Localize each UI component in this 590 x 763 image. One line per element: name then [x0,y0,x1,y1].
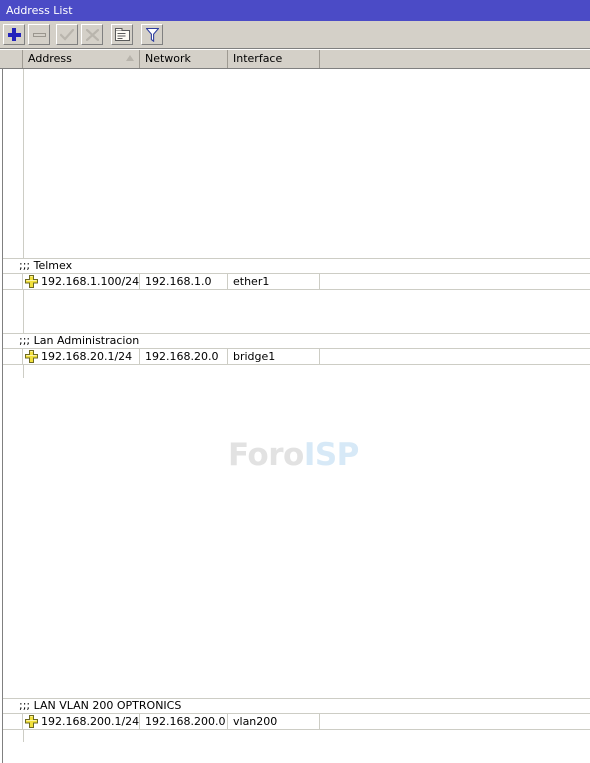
comment-row[interactable]: ;;; Telmex [3,259,590,273]
address-enabled-icon [25,275,38,288]
column-header-network-label: Network [145,52,191,65]
cell-network[interactable]: 192.168.200.0 [140,714,228,729]
address-enabled-icon [25,715,38,728]
filter-icon [145,27,159,42]
remove-button[interactable] [28,24,50,45]
cell-address-text: 192.168.200.1/24 [41,715,140,728]
cell-interface-text: ether1 [233,275,270,288]
column-header-interface-label: Interface [233,52,283,65]
row-divider [3,364,590,365]
address-list-window: Address List Address Network Interface ;… [0,0,590,763]
cell-address[interactable]: 192.168.200.1/24 [23,714,140,729]
enable-button[interactable] [56,24,78,45]
cell-interface-text: bridge1 [233,350,276,363]
cell-address[interactable]: 192.168.20.1/24 [23,349,140,364]
add-button[interactable] [3,24,25,45]
gutter-separator [23,730,24,742]
comment-row-text: ;;; Telmex [19,259,73,272]
watermark-foro: Foro [228,437,304,473]
row-divider [3,289,590,290]
cell-interface[interactable]: vlan200 [228,714,320,729]
sort-ascending-icon [126,55,134,61]
address-enabled-icon [25,350,38,363]
disable-button[interactable] [81,24,103,45]
comment-button[interactable] [111,24,133,45]
gutter-separator [23,69,24,259]
cell-network-text: 192.168.20.0 [145,350,219,363]
watermark: ForoISP [228,437,359,473]
address-list-body[interactable]: ;;; Telmex 192.168.1.100/24 192.168.1.0 … [0,69,590,763]
column-header-filler[interactable] [320,50,590,68]
cell-network-text: 192.168.1.0 [145,275,212,288]
filter-button[interactable] [141,24,163,45]
cell-interface[interactable]: bridge1 [228,349,320,364]
cell-interface-text: vlan200 [233,715,278,728]
row-gutter[interactable] [3,274,23,289]
cell-filler[interactable] [320,274,590,289]
check-icon [60,28,74,41]
cell-network-text: 192.168.200.0 [145,715,226,728]
comment-row[interactable]: ;;; Lan Administracion [3,334,590,348]
comment-row-text: ;;; LAN VLAN 200 OPTRONICS [19,699,182,712]
window-titlebar[interactable]: Address List [0,0,590,21]
minus-icon [32,32,46,37]
gutter-separator [23,365,24,378]
comment-row-text: ;;; Lan Administracion [19,334,140,347]
column-header-gutter[interactable] [0,50,23,68]
list-left-border [2,69,3,763]
cross-icon [85,28,99,41]
table-column-header: Address Network Interface [0,50,590,69]
column-header-address-label: Address [28,52,72,65]
table-row[interactable]: 192.168.1.100/24 192.168.1.0 ether1 [3,274,590,289]
cell-filler[interactable] [320,349,590,364]
gutter-separator [23,290,24,333]
cell-address-text: 192.168.1.100/24 [41,275,140,288]
row-gutter[interactable] [3,714,23,729]
comment-row[interactable]: ;;; LAN VLAN 200 OPTRONICS [3,699,590,713]
cell-address[interactable]: 192.168.1.100/24 [23,274,140,289]
column-header-interface[interactable]: Interface [228,50,320,68]
table-row[interactable]: 192.168.20.1/24 192.168.20.0 bridge1 [3,349,590,364]
toolbar [0,21,590,49]
table-row[interactable]: 192.168.200.1/24 192.168.200.0 vlan200 [3,714,590,729]
cell-interface[interactable]: ether1 [228,274,320,289]
row-gutter[interactable] [3,349,23,364]
cell-network[interactable]: 192.168.1.0 [140,274,228,289]
cell-address-text: 192.168.20.1/24 [41,350,133,363]
watermark-isp: ISP [303,437,360,473]
column-header-network[interactable]: Network [140,50,228,68]
row-divider [3,729,590,730]
column-header-address[interactable]: Address [23,50,140,68]
window-title: Address List [6,4,73,17]
cell-network[interactable]: 192.168.20.0 [140,349,228,364]
comment-icon [114,28,130,41]
plus-icon [7,28,21,41]
cell-filler[interactable] [320,714,590,729]
